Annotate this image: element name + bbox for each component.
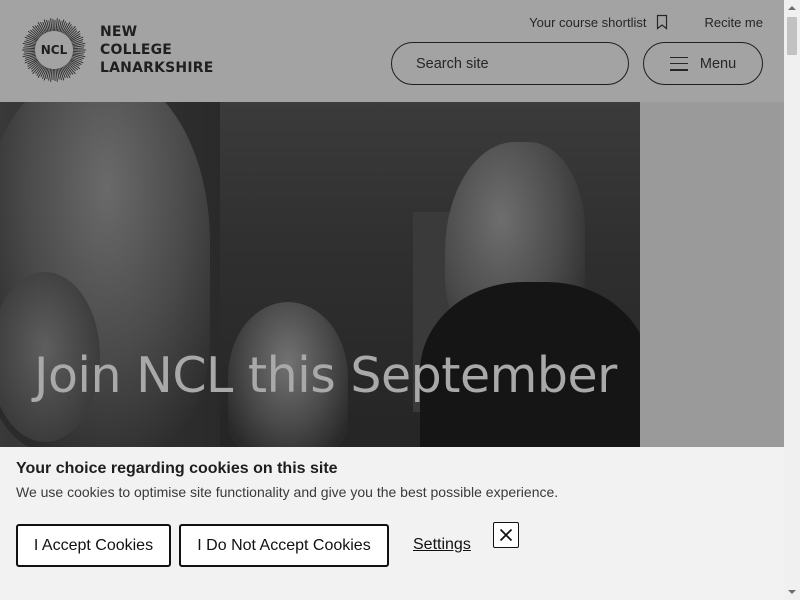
chevron-up-icon [788,6,796,10]
recite-me-link[interactable]: Recite me [704,15,763,30]
logo-mark-text: NCL [40,43,68,57]
decline-cookies-button[interactable]: I Do Not Accept Cookies [179,524,389,567]
logo-wordmark: NEW COLLEGE LANARKSHIRE [100,23,214,77]
cookie-settings-link[interactable]: Settings [413,536,471,554]
page-scrollbar[interactable] [784,0,800,600]
ncl-logo-mark: NCL [20,16,88,84]
cookie-banner: Your choice regarding cookies on this si… [0,447,784,600]
bookmark-icon [657,14,668,30]
cookie-banner-title: Your choice regarding cookies on this si… [16,460,338,477]
site-logo[interactable]: NCL NEW COLLEGE LANARKSHIRE [20,16,214,84]
menu-button-label: Menu [699,55,737,72]
scrollbar-thumb[interactable] [787,17,797,55]
hero-banner: Join NCL this September [0,102,640,447]
logo-line-2: COLLEGE [100,42,173,58]
scroll-up-button[interactable] [784,0,800,16]
course-shortlist-label: Your course shortlist [529,14,647,30]
hamburger-icon [669,56,688,71]
logo-line-3: LANARKSHIRE [100,60,214,76]
site-header: NCL NEW COLLEGE LANARKSHIRE Your course … [0,0,784,102]
search-placeholder: Search site [416,55,489,72]
course-shortlist-link[interactable]: Your course shortlist [529,14,668,30]
cookie-banner-text: We use cookies to optimise site function… [16,484,559,500]
close-icon [499,528,513,542]
hero-title: Join NCL this September [34,347,617,404]
search-input[interactable]: Search site [391,42,629,85]
accept-cookies-button[interactable]: I Accept Cookies [16,524,171,567]
chevron-down-icon [788,590,796,594]
scroll-down-button[interactable] [784,584,800,600]
utility-links: Your course shortlist Recite me [529,14,763,30]
cookie-close-button[interactable] [493,522,519,548]
menu-button[interactable]: Menu [643,42,763,85]
logo-line-1: NEW [100,24,138,40]
